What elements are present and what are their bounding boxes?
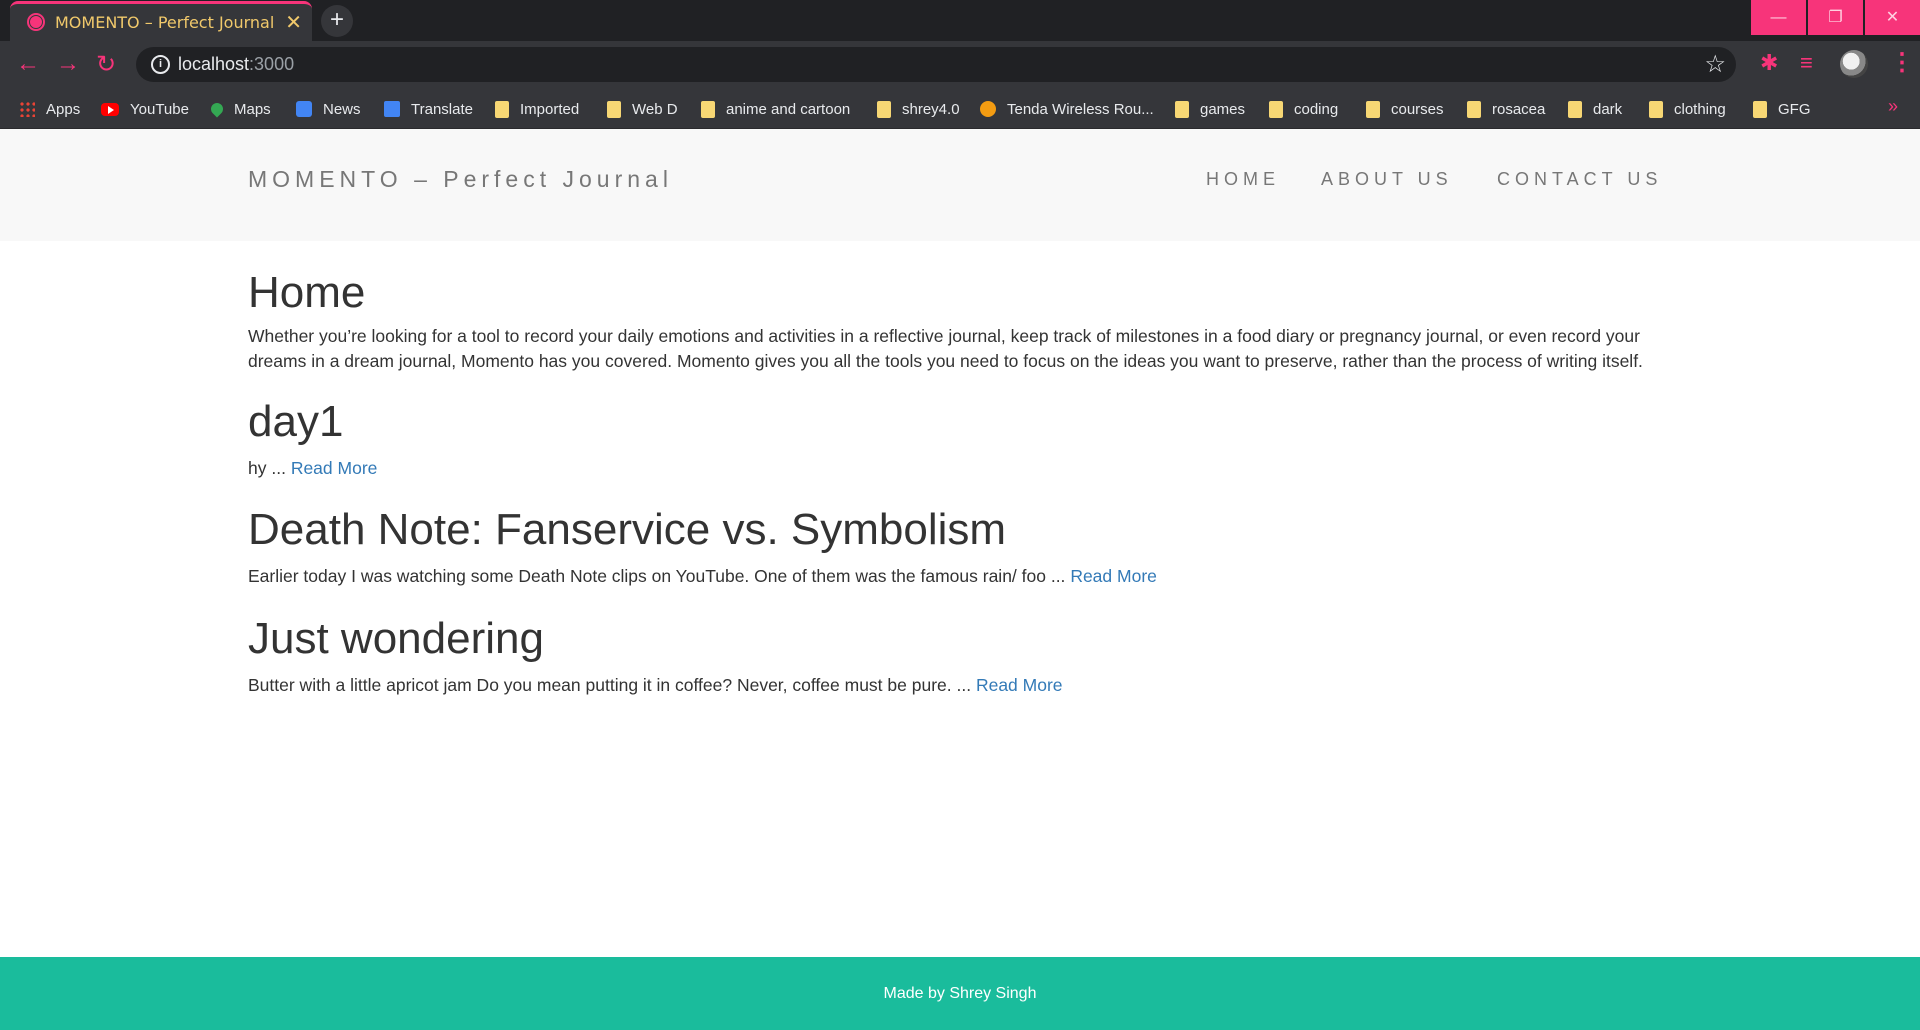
bookmark-folder-web-d[interactable]: Web D <box>607 98 678 120</box>
maps-icon <box>208 100 226 118</box>
bookmark-folder-coding[interactable]: coding <box>1269 98 1338 120</box>
globe-favicon-icon <box>27 13 45 31</box>
nav-contact-us[interactable]: CONTACT US <box>1497 169 1662 190</box>
url-text[interactable]: localhost:3000 <box>178 54 294 75</box>
minimize-button[interactable]: — <box>1751 0 1806 35</box>
bookmark-star-icon[interactable]: ☆ <box>1704 50 1726 79</box>
folder-icon <box>1467 100 1481 118</box>
bookmark-folder-imported[interactable]: Imported <box>495 98 579 120</box>
intro-paragraph: Whether you’re looking for a tool to rec… <box>248 326 1643 371</box>
tab-strip: MOMENTO – Perfect Journal ✕ + — ❐ ✕ <box>0 0 1920 41</box>
bookmark-folder-rosacea[interactable]: rosacea <box>1467 98 1545 120</box>
bookmark-apps[interactable]: Apps <box>19 98 80 120</box>
read-more-link[interactable]: Read More <box>291 458 378 478</box>
folder-icon <box>1175 100 1189 118</box>
bookmark-folder-anime[interactable]: anime and cartoon <box>701 98 850 120</box>
browser-toolbar: ← → ↻ i localhost:3000 ☆ ✱ ≡ ⋮ <box>0 41 1920 88</box>
folder-icon <box>1753 100 1767 118</box>
folder-icon <box>495 100 509 118</box>
read-more-link[interactable]: Read More <box>976 675 1063 695</box>
back-arrow-icon[interactable]: ← <box>16 50 40 78</box>
folder-icon <box>701 100 715 118</box>
bookmark-folder-shrey[interactable]: shrey4.0 <box>877 98 960 120</box>
new-tab-button[interactable]: + <box>321 5 353 37</box>
folder-icon <box>1366 100 1380 118</box>
restore-button[interactable]: ❐ <box>1808 0 1863 35</box>
youtube-icon <box>101 102 119 116</box>
bookmark-folder-clothing[interactable]: clothing <box>1649 98 1726 120</box>
google-news-icon <box>296 101 312 117</box>
folder-icon <box>1269 100 1283 118</box>
bookmarks-bar: Apps YouTube Maps News Translate Importe… <box>0 88 1920 129</box>
bookmark-folder-games[interactable]: games <box>1175 98 1245 120</box>
media-queue-icon[interactable]: ≡ <box>1800 50 1813 76</box>
tab-title: MOMENTO – Perfect Journal <box>55 13 275 32</box>
folder-icon <box>1568 100 1582 118</box>
bookmark-news[interactable]: News <box>296 98 361 120</box>
post-title: Just wondering <box>248 614 544 663</box>
bookmark-maps[interactable]: Maps <box>208 98 271 120</box>
post-title: Death Note: Fanservice vs. Symbolism <box>248 505 1007 554</box>
address-bar[interactable]: i localhost:3000 ☆ <box>136 47 1736 82</box>
nav-about-us[interactable]: ABOUT US <box>1321 169 1453 190</box>
web-page: MOMENTO – Perfect Journal HOME ABOUT US … <box>0 129 1920 1030</box>
tenda-icon <box>980 101 996 117</box>
nav-home[interactable]: HOME <box>1206 169 1280 190</box>
post-excerpt: Butter with a little apricot jam Do you … <box>248 675 1063 695</box>
bookmark-folder-gfg[interactable]: GFG <box>1753 98 1811 120</box>
folder-icon <box>1649 100 1663 118</box>
main-content: Home Whether you’re looking for a tool t… <box>248 241 1673 698</box>
extensions-puzzle-icon[interactable]: ✱ <box>1760 50 1778 76</box>
bookmarks-overflow-icon[interactable]: » <box>1888 96 1898 117</box>
site-footer: Made by Shrey Singh <box>0 957 1920 1030</box>
read-more-link[interactable]: Read More <box>1070 566 1157 586</box>
bookmark-youtube[interactable]: YouTube <box>101 98 189 120</box>
forward-arrow-icon[interactable]: → <box>56 50 80 78</box>
window-controls: — ❐ ✕ <box>1749 0 1920 35</box>
bookmark-folder-dark[interactable]: dark <box>1568 98 1622 120</box>
profile-avatar[interactable] <box>1840 50 1868 78</box>
tab-close-icon[interactable]: ✕ <box>285 10 302 35</box>
apps-grid-icon <box>19 101 35 117</box>
bookmark-translate[interactable]: Translate <box>384 98 473 120</box>
reload-icon[interactable]: ↻ <box>96 50 116 79</box>
page-title: Home <box>248 268 366 317</box>
google-translate-icon <box>384 101 400 117</box>
post-excerpt: hy ... Read More <box>248 458 378 478</box>
close-window-button[interactable]: ✕ <box>1865 0 1920 35</box>
site-brand[interactable]: MOMENTO – Perfect Journal <box>248 166 673 193</box>
post-excerpt: Earlier today I was watching some Death … <box>248 566 1157 586</box>
post-title: day1 <box>248 397 344 446</box>
site-info-icon[interactable]: i <box>151 55 170 74</box>
bookmark-tenda[interactable]: Tenda Wireless Rou... <box>980 98 1154 120</box>
folder-icon <box>877 100 891 118</box>
active-tab[interactable]: MOMENTO – Perfect Journal ✕ <box>10 1 312 41</box>
menu-kebab-icon[interactable]: ⋮ <box>1890 48 1914 77</box>
folder-icon <box>607 100 621 118</box>
site-navbar: MOMENTO – Perfect Journal HOME ABOUT US … <box>0 129 1920 241</box>
bookmark-folder-courses[interactable]: courses <box>1366 98 1444 120</box>
